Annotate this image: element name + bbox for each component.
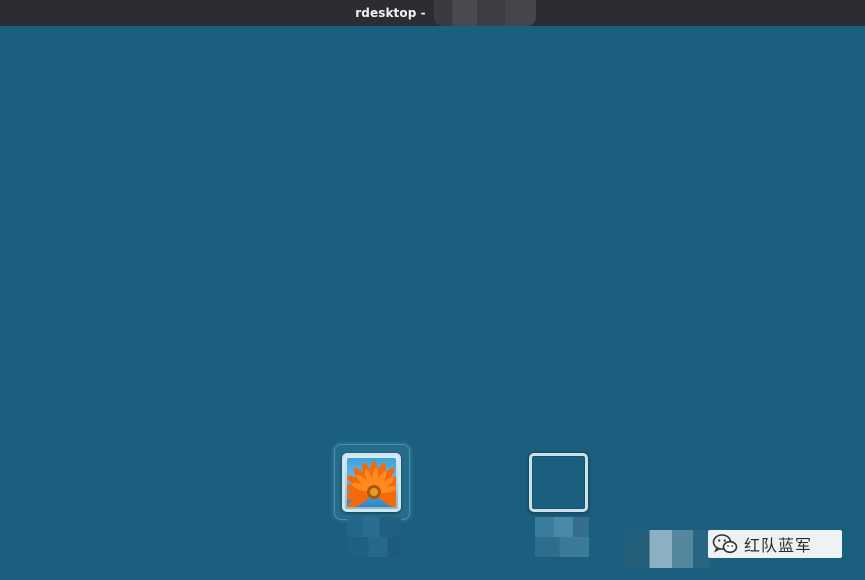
window-titlebar: rdesktop -: [0, 0, 865, 26]
watermark-redaction: [626, 530, 710, 568]
watermark-text: 红队蓝军: [744, 536, 813, 555]
user-avatar-frame[interactable]: [342, 453, 401, 512]
title-redaction: [434, 0, 536, 26]
wechat-icon: [712, 534, 738, 554]
watermark: 红队蓝军: [708, 530, 842, 558]
username-redaction: [535, 517, 589, 557]
user-avatar-frame-empty[interactable]: [529, 453, 588, 512]
username-redaction: [347, 517, 401, 557]
window-title: rdesktop -: [355, 6, 426, 20]
logon-screen-background: [0, 26, 865, 580]
flower-icon: [347, 458, 396, 507]
